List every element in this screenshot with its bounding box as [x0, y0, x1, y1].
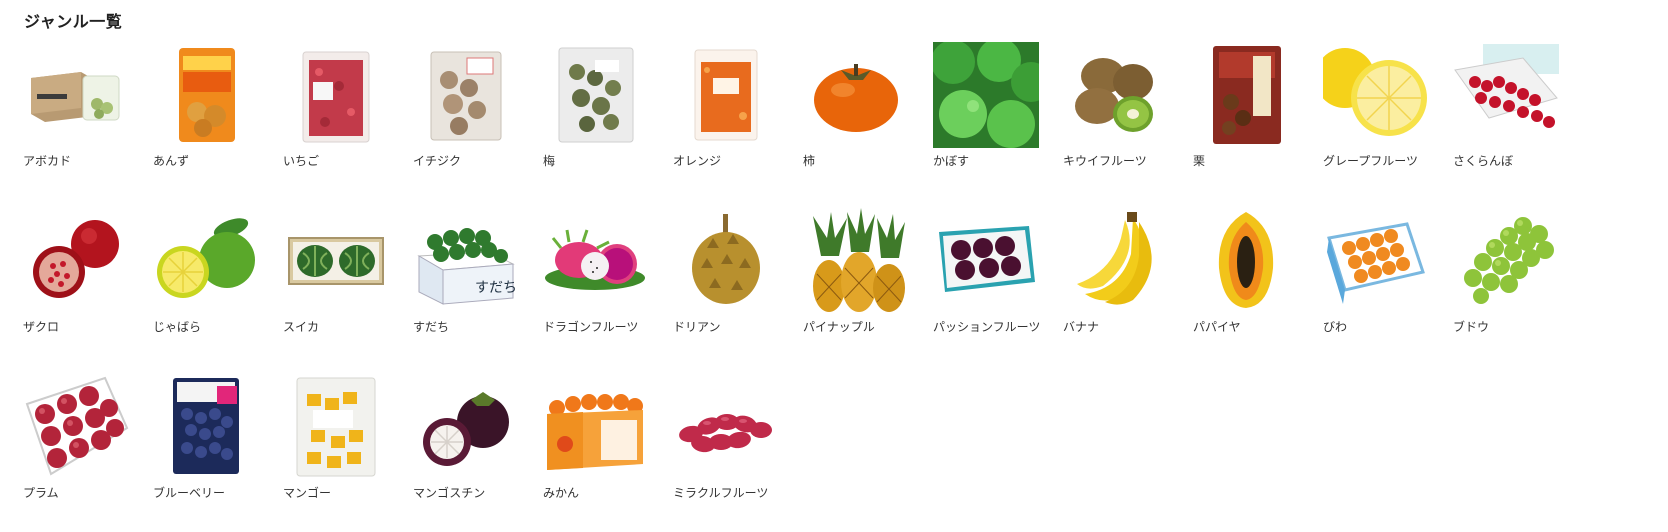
genre-label: グレープフルーツ	[1323, 154, 1419, 168]
papaya-icon	[1193, 208, 1299, 314]
genre-label: パイナップル	[803, 320, 875, 334]
genre-label: 柿	[803, 154, 816, 168]
genre-tile-mikan[interactable]: みかん	[543, 374, 649, 500]
genre-label: びわ	[1323, 320, 1348, 334]
kiwi-icon	[1063, 42, 1169, 148]
genre-tile-mangosteen[interactable]: マンゴスチン	[413, 374, 519, 500]
chestnut-package-icon	[1193, 42, 1299, 148]
avocado-box-icon	[23, 42, 129, 148]
mikan-box-icon	[543, 374, 649, 480]
genre-tile-blueberry[interactable]: ブルーベリー	[153, 374, 259, 500]
genre-tile-sudachi[interactable]: すだち すだち	[413, 208, 519, 334]
genre-label: ブルーベリー	[153, 486, 226, 500]
genre-label: 栗	[1193, 154, 1206, 168]
blueberry-bag-icon	[153, 374, 259, 480]
loquat-box-icon	[1323, 208, 1429, 314]
genre-label: かぼす	[933, 154, 970, 168]
genre-tile-mango[interactable]: マンゴー	[283, 374, 389, 500]
genre-label: オレンジ	[673, 154, 722, 168]
orange-bag-icon	[673, 42, 779, 148]
miracle-fruit-icon	[673, 374, 779, 480]
genre-label: あんず	[153, 154, 190, 168]
genre-label: キウイフルーツ	[1063, 154, 1147, 168]
genre-tile-apricot[interactable]: あんず	[153, 42, 259, 168]
genre-label: パッションフルーツ	[933, 320, 1041, 334]
apricot-bag-icon	[153, 42, 259, 148]
sudachi-box-icon: すだち	[413, 208, 519, 314]
genre-tile-pineapple[interactable]: パイナップル	[803, 208, 909, 334]
genre-label: ブドウ	[1453, 320, 1490, 334]
genre-label: みかん	[543, 486, 580, 500]
genre-label: バナナ	[1063, 320, 1100, 334]
genre-label: イチジク	[413, 154, 462, 168]
genre-label: じゃばら	[153, 320, 202, 334]
genre-tile-orange[interactable]: オレンジ	[673, 42, 779, 168]
genre-tile-grapefruit[interactable]: グレープフルーツ	[1323, 42, 1429, 168]
persimmon-icon	[803, 42, 909, 148]
genre-label: すだち	[413, 320, 450, 334]
cherry-box-icon	[1453, 42, 1559, 148]
genre-tile-kiwi[interactable]: キウイフルーツ	[1063, 42, 1169, 168]
genre-label: プラム	[23, 486, 59, 500]
genre-tile-strawberry[interactable]: いちご	[283, 42, 389, 168]
genre-label: アボカド	[23, 154, 72, 168]
genre-tile-persimmon[interactable]: 柿	[803, 42, 909, 168]
genre-label: スイカ	[283, 320, 320, 334]
genre-label: ドリアン	[673, 320, 721, 334]
watermelon-box-icon	[283, 208, 389, 314]
dragonfruit-icon	[543, 208, 649, 314]
mango-bag-icon	[283, 374, 389, 480]
durian-icon	[673, 208, 779, 314]
genre-tile-jabara[interactable]: じゃばら	[153, 208, 259, 334]
ume-bag-icon	[543, 42, 649, 148]
genre-tile-pomegranate[interactable]: ザクロ	[23, 208, 129, 334]
fig-bag-icon	[413, 42, 519, 148]
plum-box-icon	[23, 374, 129, 480]
genre-label: マンゴー	[283, 486, 332, 500]
page-title: ジャンル一覧	[24, 12, 123, 31]
svg-text:すだち: すだち	[475, 280, 517, 296]
genre-grid: アボカド あんず いちご イチジク 梅 オレンジ 柿 かぼす キウイフルーツ 栗…	[23, 42, 1559, 500]
pineapple-icon	[803, 208, 909, 314]
jabara-icon	[153, 208, 259, 314]
genre-label: パパイヤ	[1193, 320, 1241, 334]
grapefruit-icon	[1323, 42, 1429, 148]
genre-tile-passionfruit[interactable]: パッションフルーツ	[933, 208, 1041, 334]
genre-tile-ume[interactable]: 梅	[543, 42, 649, 168]
genre-tile-fig[interactable]: イチジク	[413, 42, 519, 168]
genre-tile-chestnut[interactable]: 栗	[1193, 42, 1299, 168]
genre-tile-cherry[interactable]: さくらんぼ	[1453, 42, 1559, 168]
genre-label: いちご	[283, 154, 320, 168]
genre-tile-kabosu[interactable]: かぼす	[933, 42, 1039, 168]
strawberry-bag-icon	[283, 42, 389, 148]
genre-tile-banana[interactable]: バナナ	[1063, 208, 1169, 334]
genre-tile-watermelon[interactable]: スイカ	[283, 208, 389, 334]
genre-label: マンゴスチン	[413, 486, 486, 500]
grape-icon	[1453, 208, 1559, 314]
genre-label: 梅	[543, 154, 556, 168]
genre-tile-dragonfruit[interactable]: ドラゴンフルーツ	[543, 208, 649, 334]
kabosu-icon	[933, 42, 1039, 148]
genre-tile-grape[interactable]: ブドウ	[1453, 208, 1559, 334]
genre-label: さくらんぼ	[1453, 154, 1514, 168]
genre-tile-plum[interactable]: プラム	[23, 374, 129, 500]
mangosteen-icon	[413, 374, 519, 480]
genre-label: ザクロ	[23, 320, 60, 334]
genre-label: ドラゴンフルーツ	[543, 320, 639, 334]
genre-tile-durian[interactable]: ドリアン	[673, 208, 779, 334]
genre-label: ミラクルフルーツ	[673, 486, 769, 500]
genre-tile-avocado[interactable]: アボカド	[23, 42, 129, 168]
passionfruit-box-icon	[933, 208, 1039, 314]
pomegranate-icon	[23, 208, 129, 314]
genre-tile-miracle-fruit[interactable]: ミラクルフルーツ	[673, 374, 779, 500]
genre-tile-papaya[interactable]: パパイヤ	[1193, 208, 1299, 334]
banana-icon	[1063, 208, 1169, 314]
genre-tile-loquat[interactable]: びわ	[1323, 208, 1429, 334]
